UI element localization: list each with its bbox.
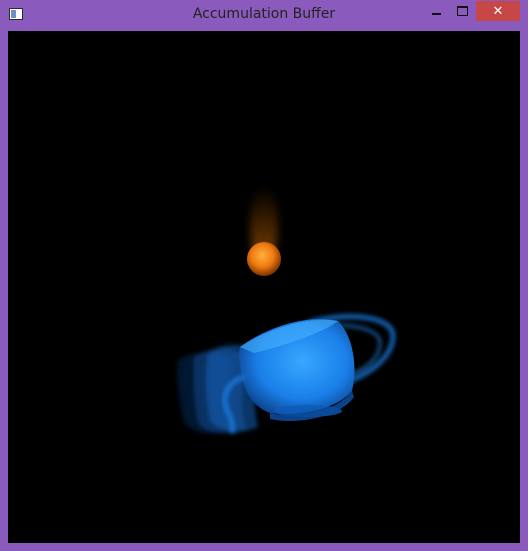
title-bar[interactable]: Accumulation Buffer ✕ [0, 0, 528, 31]
window-title: Accumulation Buffer [192, 6, 336, 22]
maximize-icon [456, 6, 468, 16]
render-viewport[interactable] [8, 31, 520, 543]
minimize-icon [431, 13, 441, 15]
close-button[interactable]: ✕ [476, 1, 520, 21]
blue-teapot [239, 318, 355, 421]
orange-sphere [247, 242, 281, 276]
maximize-button[interactable] [450, 1, 474, 21]
close-icon: ✕ [492, 3, 504, 19]
minimize-button[interactable] [424, 1, 448, 21]
scene-canvas [177, 186, 396, 434]
app-window: Accumulation Buffer ✕ [0, 0, 528, 551]
